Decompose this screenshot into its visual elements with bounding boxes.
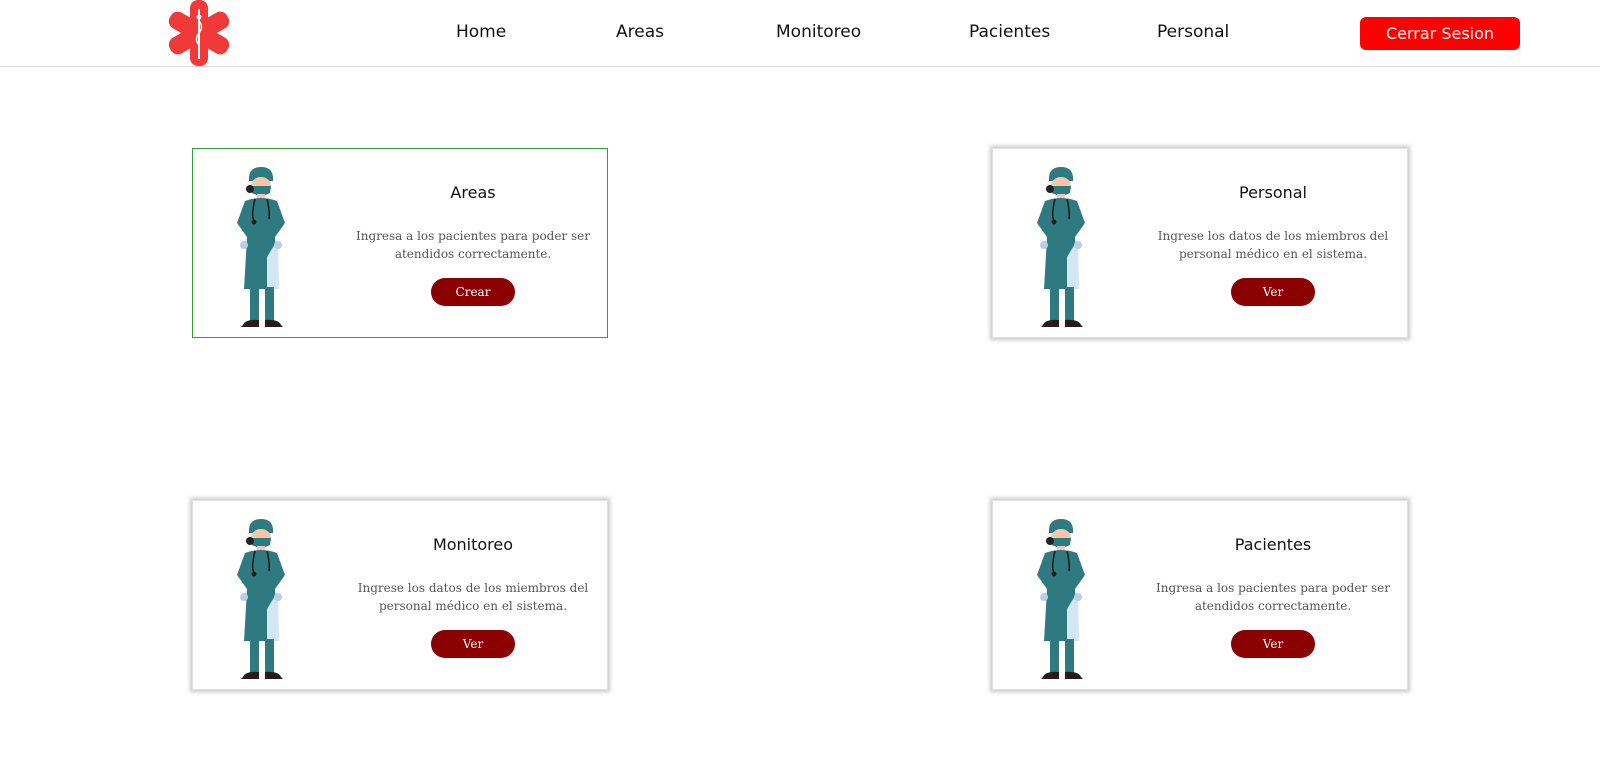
- card-title: Personal: [1238, 183, 1307, 202]
- card-body: Areas Ingresa a los pacientes para poder…: [348, 149, 598, 339]
- nav-monitoreo-link[interactable]: Monitoreo: [776, 22, 861, 42]
- monitoreo-ver-button[interactable]: Ver: [431, 630, 515, 658]
- nav-personal-link[interactable]: Personal: [1157, 22, 1229, 42]
- card-title: Pacientes: [1234, 535, 1312, 554]
- doctor-illustration-icon: [1023, 165, 1103, 329]
- card-personal: Personal Ingrese los datos de los miembr…: [992, 148, 1408, 338]
- top-navbar: Home Areas Monitoreo Pacientes Personal …: [0, 0, 1600, 67]
- doctor-illustration-icon: [223, 517, 303, 681]
- card-description: Ingresa a los pacientes para poder ser a…: [355, 229, 591, 261]
- card-title: Areas: [450, 183, 496, 202]
- card-areas: Areas Ingresa a los pacientes para poder…: [192, 148, 608, 338]
- card-body: Monitoreo Ingrese los datos de los miemb…: [348, 501, 598, 691]
- doctor-illustration-icon: [1023, 517, 1103, 681]
- card-body: Pacientes Ingresa a los pacientes para p…: [1148, 501, 1398, 691]
- nav-areas-link[interactable]: Areas: [616, 22, 664, 42]
- card-description: Ingresa a los pacientes para poder ser a…: [1155, 581, 1391, 613]
- card-pacientes: Pacientes Ingresa a los pacientes para p…: [992, 500, 1408, 690]
- doctor-illustration-icon: [223, 165, 303, 329]
- pacientes-ver-button[interactable]: Ver: [1231, 630, 1315, 658]
- card-monitoreo: Monitoreo Ingrese los datos de los miemb…: [192, 500, 608, 690]
- card-title: Monitoreo: [432, 535, 514, 554]
- nav-home-link[interactable]: Home: [456, 22, 506, 42]
- areas-crear-button[interactable]: Crear: [431, 278, 515, 306]
- personal-ver-button[interactable]: Ver: [1231, 278, 1315, 306]
- nav-pacientes-link[interactable]: Pacientes: [969, 22, 1050, 42]
- card-body: Personal Ingrese los datos de los miembr…: [1148, 149, 1398, 339]
- card-description: Ingrese los datos de los miembros del pe…: [1157, 229, 1389, 261]
- logout-button[interactable]: Cerrar Sesion: [1360, 17, 1520, 50]
- card-description: Ingrese los datos de los miembros del pe…: [357, 581, 589, 613]
- medical-star-logo-icon[interactable]: [166, 0, 232, 66]
